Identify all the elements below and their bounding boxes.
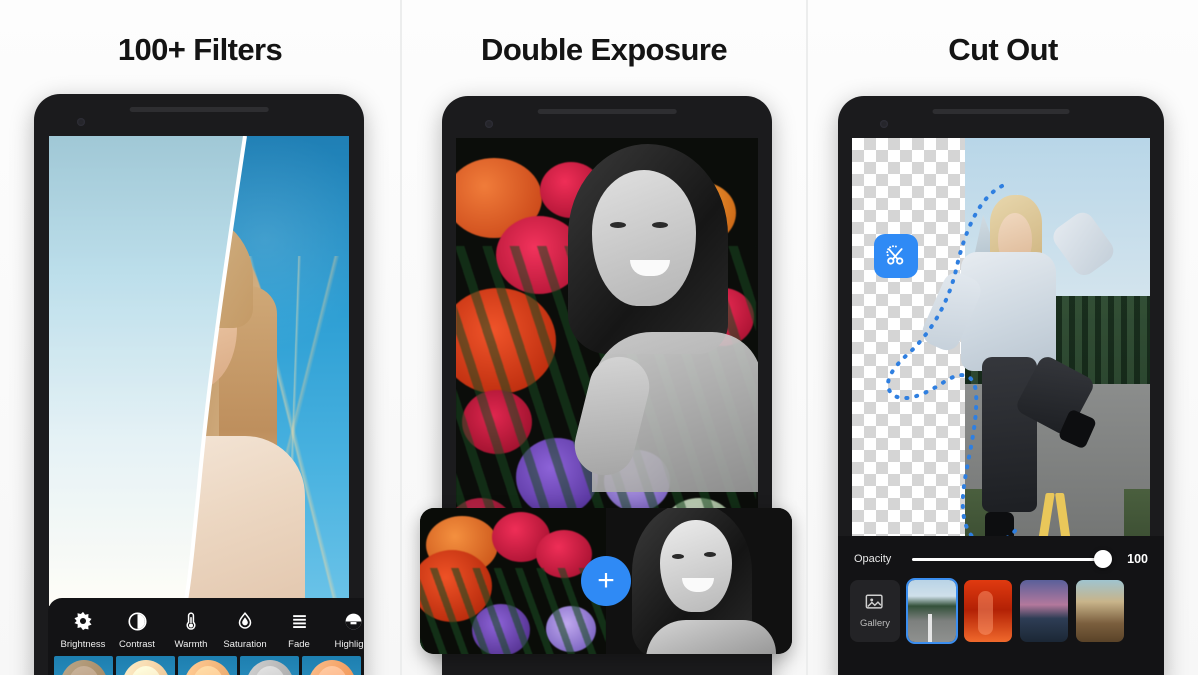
tool-fade[interactable]: Fade — [272, 608, 326, 650]
opacity-slider-handle[interactable] — [1094, 550, 1112, 568]
lines-icon — [272, 608, 326, 634]
thumb-image — [116, 656, 175, 675]
filter-thumbnail-strip[interactable]: Original Bright Story — [48, 650, 364, 675]
adjust-tool-row: Brightness Contrast Warmth Saturation Fa… — [48, 608, 364, 650]
plus-icon: + — [597, 564, 615, 597]
cutout-controls: Opacity 100 Gallery — [838, 536, 1164, 675]
background-thumb-red-canyon[interactable] — [964, 580, 1012, 642]
filter-thumb[interactable]: Dark — [240, 656, 299, 675]
tool-label: Saturation — [223, 639, 267, 650]
background-thumb-wolf-river[interactable] — [1076, 580, 1124, 642]
thermometer-icon — [164, 608, 218, 634]
adjust-toolbar: Brightness Contrast Warmth Saturation Fa… — [48, 598, 364, 675]
background-thumbnail-strip[interactable]: Gallery — [838, 566, 1164, 644]
front-camera — [880, 120, 889, 128]
filter-thumb[interactable]: A-1 — [302, 656, 361, 675]
brightness-icon — [56, 608, 110, 634]
scissors-icon — [886, 245, 904, 265]
tool-label: Contrast — [119, 639, 155, 650]
tool-label: Fade — [288, 639, 310, 650]
highlight-icon — [326, 608, 364, 634]
phone-top-bezel — [442, 96, 772, 138]
panel-cut-out: Cut Out Opacity 100 Gallery — [808, 0, 1198, 675]
cutout-subject[interactable] — [918, 195, 1118, 548]
tool-label: Brightness — [60, 639, 106, 650]
cutout-canvas[interactable] — [852, 138, 1150, 578]
tool-brightness[interactable]: Brightness — [56, 608, 110, 650]
source-image-portrait[interactable] — [606, 508, 792, 654]
earpiece-speaker — [129, 107, 269, 112]
front-camera — [76, 118, 85, 126]
droplet-icon — [218, 608, 272, 634]
source-images-card[interactable]: + — [420, 508, 792, 654]
source-image-flowers[interactable] — [420, 508, 606, 654]
contrast-icon — [110, 608, 164, 634]
page-title: 100+ Filters — [117, 32, 283, 67]
panel-double-exposure: Double Exposure + — [400, 0, 808, 675]
thumb-image — [54, 656, 113, 675]
tool-saturation[interactable]: Saturation — [218, 608, 272, 650]
subject-jacket — [961, 251, 1056, 372]
opacity-control: Opacity 100 — [838, 536, 1164, 568]
cutout-tool-button[interactable] — [874, 234, 918, 278]
thumb-image — [178, 656, 237, 675]
filter-thumb[interactable]: Original — [54, 656, 113, 675]
tool-label: Warmth — [174, 639, 208, 650]
editor-preview[interactable] — [49, 136, 349, 606]
background-thumb-purple-dusk[interactable] — [1020, 580, 1068, 642]
phone-top-bezel — [838, 96, 1164, 138]
page-title: Double Exposure — [481, 32, 728, 67]
filter-thumb[interactable]: Story — [178, 656, 237, 675]
image-icon — [865, 594, 883, 609]
thumb-image — [302, 656, 361, 675]
tool-label: Highlight — [334, 639, 364, 650]
gallery-label: Gallery — [859, 618, 891, 629]
tool-warmth[interactable]: Warmth — [164, 608, 218, 650]
phone-mockup: Brightness Contrast Warmth Saturation Fa… — [34, 94, 364, 675]
portrait-layer — [552, 142, 758, 492]
page-title: Cut Out — [948, 32, 1058, 67]
portrait-eye-left — [610, 222, 626, 228]
panel-filters: 100+ Filters Brightness Contrast Warmth … — [0, 0, 400, 675]
phone-mockup: Opacity 100 Gallery — [838, 96, 1164, 675]
filter-thumb[interactable]: Bright — [116, 656, 175, 675]
tool-contrast[interactable]: Contrast — [110, 608, 164, 650]
opacity-value: 100 — [1127, 552, 1148, 566]
portrait-eye-right — [652, 222, 668, 228]
earpiece-speaker — [932, 109, 1070, 114]
phone-top-bezel — [34, 94, 364, 136]
earpiece-speaker — [537, 109, 677, 114]
background-thumb-mountain-road[interactable] — [906, 578, 958, 644]
thumb-image — [240, 656, 299, 675]
add-layer-button[interactable]: + — [581, 556, 631, 606]
opacity-label: Opacity — [854, 553, 892, 565]
tool-highlight[interactable]: Highlight — [326, 608, 364, 650]
portrait-face — [592, 170, 696, 306]
front-camera — [484, 120, 493, 128]
opacity-slider[interactable] — [912, 550, 1112, 568]
gallery-button[interactable]: Gallery — [850, 580, 900, 642]
